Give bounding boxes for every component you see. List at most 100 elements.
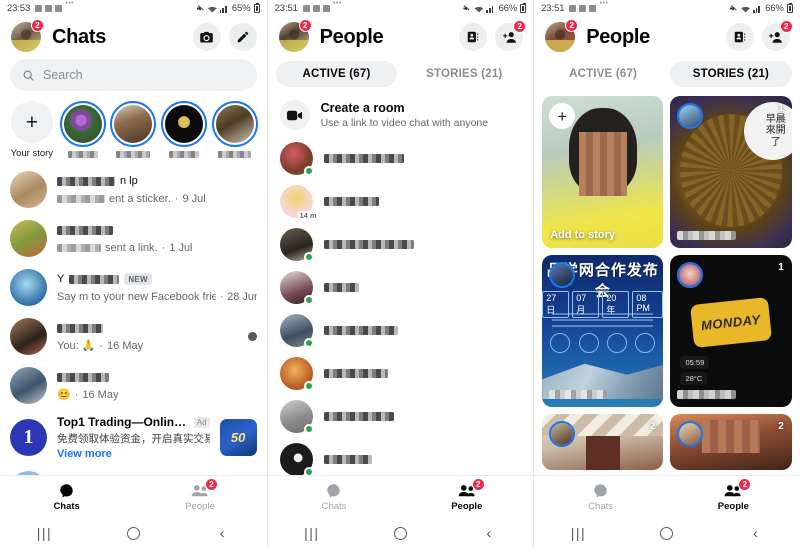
status-right: 66% [463, 3, 527, 14]
home-button[interactable] [89, 526, 178, 540]
people-badge: 2 [204, 478, 218, 491]
story-card[interactable]: 2 [670, 414, 792, 470]
bottom-navigation: Chats 2 People [0, 475, 267, 518]
list-item[interactable] [268, 352, 534, 395]
list-item[interactable] [268, 438, 534, 475]
chat-snippet: Say m to your new Facebook frien… [57, 290, 216, 303]
people-tabs: ACTIVE (67) STORIES (21) [534, 57, 800, 93]
nav-tab-chats[interactable]: Chats [268, 482, 401, 512]
pencil-icon [237, 31, 248, 43]
search-icon [23, 70, 34, 81]
contacts-button[interactable] [459, 23, 488, 51]
home-icon [393, 526, 407, 540]
last-active-minutes: 14 m [298, 211, 318, 220]
avatar [279, 443, 314, 475]
avatar-badge: 2 [565, 19, 579, 32]
chat-row[interactable]: Y NEW Say m to your new Facebook frien… … [0, 263, 267, 312]
create-a-room-row[interactable]: Create a room Use a link to video chat w… [268, 93, 534, 137]
recents-button[interactable]: ||| [268, 525, 357, 541]
more-dots-icon [333, 0, 342, 10]
tab-active[interactable]: ACTIVE (67) [542, 61, 664, 87]
chat-row[interactable]: n lp ent a sticker. · 9 Jul [0, 165, 267, 214]
list-item[interactable] [268, 223, 534, 266]
story-author-name [677, 390, 736, 399]
battery-icon [520, 3, 527, 13]
back-button[interactable]: ‹ [178, 525, 267, 542]
chat-bubble-icon [593, 482, 608, 499]
chat-row[interactable]: 😊 · 16 May [0, 361, 267, 410]
story-author-avatar [677, 262, 704, 288]
image-icon [322, 5, 330, 12]
home-button[interactable] [356, 526, 445, 540]
chat-snippet: ent a sticker. [109, 192, 171, 205]
story-card[interactable]: 2 [542, 414, 664, 470]
story-item[interactable] [109, 101, 157, 158]
chat-snippet: 😊 [57, 389, 71, 401]
add-person-button[interactable]: 2 [761, 20, 793, 51]
tab-stories[interactable]: STORIES (21) [403, 61, 525, 87]
your-story-button[interactable]: + Your story [8, 101, 56, 159]
header-actions: 2 [725, 20, 793, 51]
list-item[interactable] [268, 309, 534, 352]
list-item[interactable]: 14 m [268, 180, 534, 223]
camera-button[interactable] [192, 23, 221, 51]
search-input[interactable]: Search [10, 59, 257, 91]
back-button[interactable]: ‹ [445, 525, 534, 542]
avatar [279, 271, 314, 305]
your-story-label: Your story [10, 148, 54, 159]
back-button[interactable]: ‹ [711, 525, 800, 542]
poster-badges [542, 333, 663, 353]
avatar[interactable]: 2 [11, 19, 44, 52]
story-card[interactable]: MONDAY 05:59 28°C 1 [670, 255, 792, 407]
chat-snippet: You: 🙏 [57, 340, 96, 352]
tab-stories[interactable]: STORIES (21) [669, 61, 792, 87]
nav-tab-people[interactable]: 2 People [400, 478, 533, 512]
online-indicator [303, 381, 314, 391]
nav-tab-people[interactable]: 2 People [133, 478, 266, 512]
recents-button[interactable]: ||| [0, 525, 89, 541]
contacts-button[interactable] [725, 23, 754, 51]
story-item[interactable] [211, 101, 259, 158]
chat-bubble-icon [326, 482, 341, 499]
person-name [323, 240, 414, 249]
tab-active[interactable]: ACTIVE (67) [275, 61, 398, 87]
status-time: 23:51 [541, 3, 565, 14]
home-icon [126, 526, 140, 540]
create-room-title: Create a room [320, 101, 405, 115]
story-tray: + Your story [0, 99, 267, 165]
list-item[interactable] [268, 266, 534, 309]
story-item[interactable] [59, 101, 107, 158]
nav-tab-people[interactable]: 2 People [667, 478, 800, 512]
compose-button[interactable] [228, 23, 257, 51]
list-item[interactable] [268, 137, 534, 180]
add-person-button[interactable]: 2 [495, 20, 527, 51]
list-item[interactable] [268, 395, 534, 438]
chat-row[interactable]: sent a link. · 1 Jul [0, 214, 267, 263]
avatar[interactable]: 2 [278, 19, 312, 52]
recents-button[interactable]: ||| [534, 525, 623, 541]
stories-grid: + Add to story 早晨 來開了 1 品学网合作发布会 27 日 07 … [534, 93, 800, 475]
avatar [10, 471, 47, 475]
ad-cta-link[interactable]: View more [57, 448, 210, 460]
story-card[interactable]: 品学网合作发布会 27 日 07 月 20 年 08 PM 1 [542, 255, 664, 407]
chat-row[interactable]: You: 🙏 · 16 May [0, 312, 267, 361]
chat-row[interactable]: You sent a photo. · 10 May [0, 465, 267, 475]
chat-time: 28 Jun [227, 290, 256, 303]
avatar[interactable]: 2 [545, 19, 579, 52]
story-card[interactable]: 早晨 來開了 1 [670, 96, 792, 248]
story-author-name [677, 231, 736, 240]
avatar [279, 357, 314, 391]
chat-time: · [174, 192, 179, 205]
sponsored-ad-row[interactable]: 1 Top1 Trading—Online fo… Ad 免费领取体验资金，开启… [0, 410, 267, 465]
add-to-story-card[interactable]: + Add to story [542, 96, 664, 248]
story-name [116, 151, 151, 158]
dot-separator: · [99, 339, 104, 352]
panel-people-active: 23:51 66% 2 People [266, 0, 534, 548]
chat-snippet: sent a link. [105, 241, 158, 254]
story-item[interactable] [160, 101, 208, 158]
nav-tab-chats[interactable]: Chats [534, 482, 667, 512]
status-notification-icons [569, 0, 608, 12]
home-button[interactable] [623, 526, 712, 540]
nav-label-chats: Chats [321, 501, 347, 512]
nav-tab-chats[interactable]: Chats [0, 482, 133, 512]
